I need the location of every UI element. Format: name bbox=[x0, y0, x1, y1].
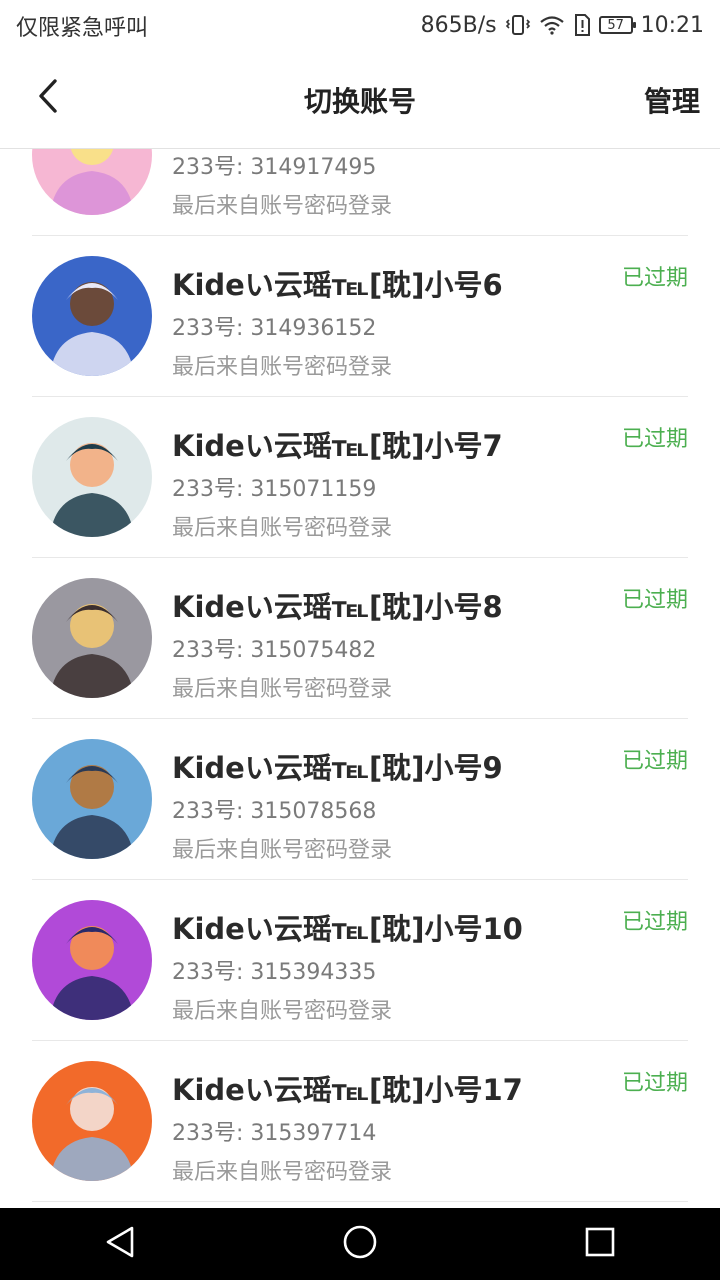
clock: 10:21 bbox=[640, 12, 704, 38]
avatar bbox=[32, 417, 152, 537]
avatar bbox=[32, 578, 152, 698]
wifi-icon bbox=[539, 14, 565, 36]
app-header: 切换账号 管理 bbox=[0, 50, 720, 149]
account-list[interactable]: 233号: 314917495 最后来自账号密码登录 Kideい云瑶℡[耽]小号6 2… bbox=[0, 149, 720, 1207]
account-name: Kideい云瑶℡[耽]小号8 bbox=[172, 590, 503, 624]
home-circle-icon bbox=[342, 1224, 378, 1264]
last-login-method: 最后来自账号密码登录 bbox=[172, 1160, 393, 1185]
system-nav-bar bbox=[0, 1208, 720, 1280]
account-uid: 233号: 314936152 bbox=[172, 316, 377, 341]
avatar bbox=[32, 149, 152, 215]
account-name: Kideい云瑶℡[耽]小号17 bbox=[172, 1073, 523, 1107]
last-login-method: 最后来自账号密码登录 bbox=[172, 194, 393, 219]
account-uid: 233号: 315394335 bbox=[172, 960, 377, 985]
carrier-text: 仅限紧急呼叫 bbox=[16, 16, 149, 41]
account-name: Kideい云瑶℡[耽]小号9 bbox=[172, 751, 503, 785]
account-row[interactable]: Kideい云瑶℡[耽]小号7 233号: 315071159 最后来自账号密码登录 已… bbox=[32, 397, 688, 558]
account-name: Kideい云瑶℡[耽]小号10 bbox=[172, 912, 523, 946]
status-badge: 已过期 bbox=[621, 427, 688, 452]
account-name: Kideい云瑶℡[耽]小号7 bbox=[172, 429, 503, 463]
status-icons: 865B/s 57 10:21 bbox=[421, 10, 704, 40]
account-row[interactable]: Kideい云瑶℡[耽]小号6 233号: 314936152 最后来自账号密码登录 已… bbox=[32, 236, 688, 397]
avatar bbox=[32, 1061, 152, 1181]
account-uid: 233号: 314917495 bbox=[172, 155, 377, 180]
recents-square-icon bbox=[584, 1226, 616, 1262]
nav-home-button[interactable] bbox=[320, 1208, 400, 1280]
last-login-method: 最后来自账号密码登录 bbox=[172, 677, 393, 702]
status-badge: 已过期 bbox=[621, 266, 688, 291]
last-login-method: 最后来自账号密码登录 bbox=[172, 355, 393, 380]
account-row[interactable]: Kideい云瑶℡[耽]小号10 233号: 315394335 最后来自账号密码登录… bbox=[32, 880, 688, 1041]
avatar bbox=[32, 900, 152, 1020]
last-login-method: 最后来自账号密码登录 bbox=[172, 999, 393, 1024]
avatar bbox=[32, 256, 152, 376]
account-row[interactable]: Kideい云瑶℡[耽]小号8 233号: 315075482 最后来自账号密码登录 已… bbox=[32, 558, 688, 719]
nav-recents-button[interactable] bbox=[560, 1208, 640, 1280]
nav-back-button[interactable] bbox=[80, 1208, 160, 1280]
status-badge: 已过期 bbox=[621, 1071, 688, 1096]
battery-icon: 57 bbox=[598, 16, 636, 34]
account-name: Kideい云瑶℡[耽]小号6 bbox=[172, 268, 503, 302]
account-uid: 233号: 315075482 bbox=[172, 638, 377, 663]
account-uid: 233号: 315071159 bbox=[172, 477, 377, 502]
page-title: 切换账号 bbox=[303, 85, 416, 118]
account-row[interactable]: Kideい云瑶℡[耽]小号17 233号: 315397714 最后来自账号密码登录… bbox=[32, 1041, 688, 1202]
account-row[interactable]: Kideい云瑶℡[耽]小号9 233号: 315078568 最后来自账号密码登录 已… bbox=[32, 719, 688, 880]
network-speed: 865B/s bbox=[420, 12, 497, 38]
avatar bbox=[32, 739, 152, 859]
back-triangle-icon bbox=[104, 1225, 136, 1263]
status-badge: 已过期 bbox=[621, 588, 688, 613]
last-login-method: 最后来自账号密码登录 bbox=[172, 838, 393, 863]
manage-button[interactable]: 管理 bbox=[644, 80, 700, 120]
status-badge: 已过期 bbox=[621, 910, 688, 935]
sim-alert-icon bbox=[573, 14, 591, 36]
account-uid: 233号: 315078568 bbox=[172, 799, 377, 824]
vibrate-icon bbox=[505, 14, 531, 36]
status-badge: 已过期 bbox=[621, 749, 688, 774]
last-login-method: 最后来自账号密码登录 bbox=[172, 516, 393, 541]
status-bar: 仅限紧急呼叫 865B/s 57 10:21 bbox=[0, 0, 720, 50]
account-row[interactable]: 233号: 314917495 最后来自账号密码登录 bbox=[32, 149, 688, 236]
account-uid: 233号: 315397714 bbox=[172, 1121, 377, 1146]
